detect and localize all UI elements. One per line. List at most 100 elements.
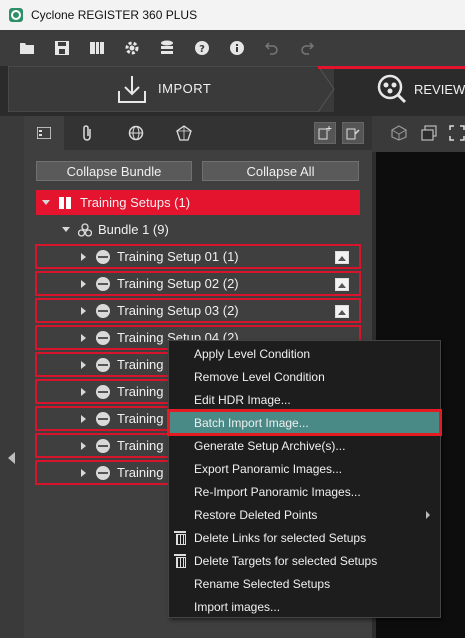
tree-setup-item[interactable]: Training Setup 01 (1): [35, 244, 361, 269]
windows-icon[interactable]: [420, 124, 438, 142]
setups-folder-icon: [58, 196, 72, 210]
menu-item-remove-level-condition[interactable]: Remove Level Condition: [169, 365, 440, 388]
expand-arrow-icon[interactable]: [81, 414, 86, 423]
add-setup-icon[interactable]: [314, 122, 336, 144]
collapse-bundle-button[interactable]: Collapse Bundle: [36, 161, 192, 181]
help-icon[interactable]: ?: [193, 39, 211, 57]
image-icon[interactable]: [335, 305, 349, 318]
panel-tabs: [24, 116, 372, 150]
expand-arrow-icon[interactable]: [62, 227, 70, 232]
setup-scan-icon: [96, 249, 110, 264]
menu-item-export-panoramic-images[interactable]: Export Panoramic Images...: [169, 457, 440, 480]
title-bar: Cyclone REGISTER 360 PLUS: [0, 0, 465, 30]
edit-setup-icon[interactable]: [342, 122, 364, 144]
tree-setup-item[interactable]: Training Setup 03 (2): [35, 298, 361, 323]
settings-icon[interactable]: [123, 39, 141, 57]
expand-arrow-icon[interactable]: [81, 306, 86, 315]
bundle-icon: [77, 222, 93, 237]
list-icon: [37, 127, 51, 139]
menu-item-batch-import-image[interactable]: Batch Import Image...: [167, 409, 442, 436]
setup-scan-icon: [96, 438, 110, 453]
setup-scan-icon: [96, 411, 110, 426]
setup-label: Training Setup 02 (2): [117, 276, 239, 291]
context-menu: Apply Level Condition Remove Level Condi…: [167, 340, 442, 618]
expand-arrow-icon[interactable]: [42, 200, 50, 205]
svg-text:?: ?: [199, 44, 205, 55]
tree-bundle-label: Bundle 1 (9): [98, 222, 169, 237]
submenu-arrow-icon: [426, 511, 430, 519]
menu-item-import-images[interactable]: Import images...: [169, 595, 440, 618]
image-icon[interactable]: [335, 251, 349, 264]
archive-icon[interactable]: [88, 39, 106, 57]
menu-item-label: Edit HDR Image...: [194, 392, 291, 407]
trash-icon: [174, 554, 186, 568]
setup-scan-icon: [96, 276, 110, 291]
setup-label: Training Setup 03 (2): [117, 303, 239, 318]
image-icon[interactable]: [335, 278, 349, 291]
redo-icon[interactable]: [298, 39, 316, 57]
menu-item-restore-deleted-points[interactable]: Restore Deleted Points: [169, 503, 440, 526]
setup-scan-icon: [96, 465, 110, 480]
tree-root-label: Training Setups (1): [80, 195, 191, 210]
expand-arrow-icon[interactable]: [81, 252, 86, 261]
tab-import[interactable]: IMPORT: [8, 66, 335, 112]
menu-item-delete-links[interactable]: Delete Links for selected Setups: [169, 526, 440, 549]
tree-setup-item[interactable]: Training Setup 02 (2): [35, 271, 361, 296]
viewport-toolbar: [372, 116, 465, 152]
setup-label: Training: [117, 438, 164, 453]
paperclip-icon: [83, 125, 91, 141]
expand-arrow-icon[interactable]: [81, 333, 86, 342]
setup-scan-icon: [96, 357, 110, 372]
setup-scan-icon: [96, 384, 110, 399]
menu-item-label: Re-Import Panoramic Images...: [194, 484, 361, 499]
expand-arrow-icon[interactable]: [81, 360, 86, 369]
network-icon: [176, 125, 192, 141]
left-collapse-strip[interactable]: [0, 116, 24, 638]
menu-item-label: Batch Import Image...: [194, 415, 309, 430]
menu-item-label: Generate Setup Archive(s)...: [194, 438, 346, 453]
menu-item-label: Rename Selected Setups: [194, 576, 331, 591]
menu-item-rename-selected-setups[interactable]: Rename Selected Setups: [169, 572, 440, 595]
menu-item-generate-setup-archive[interactable]: Generate Setup Archive(s)...: [169, 434, 440, 457]
tab-review[interactable]: REVIEW: [318, 66, 465, 112]
menu-item-delete-targets[interactable]: Delete Targets for selected Setups: [169, 549, 440, 572]
menu-item-apply-level-condition[interactable]: Apply Level Condition: [169, 342, 440, 365]
window-title: Cyclone REGISTER 360 PLUS: [31, 8, 198, 22]
tab-attachments[interactable]: [68, 116, 108, 150]
open-folder-icon[interactable]: [18, 39, 36, 57]
undo-icon[interactable]: [263, 39, 281, 57]
database-icon[interactable]: [158, 39, 176, 57]
menu-item-label: Delete Targets for selected Setups: [194, 553, 378, 568]
frame-icon[interactable]: [448, 124, 465, 142]
menu-item-label: Export Panoramic Images...: [194, 461, 343, 476]
collapse-arrow-icon[interactable]: [8, 452, 15, 464]
menu-item-edit-hdr-image[interactable]: Edit HDR Image...: [169, 388, 440, 411]
workflow-tabs: IMPORT REVIEW: [0, 66, 465, 116]
menu-item-reimport-panoramic-images[interactable]: Re-Import Panoramic Images...: [169, 480, 440, 503]
tree-bundle-item[interactable]: Bundle 1 (9): [36, 217, 360, 242]
tab-globe[interactable]: [116, 116, 156, 150]
cube-view-icon[interactable]: [390, 124, 408, 142]
menu-item-label: Import images...: [194, 599, 281, 614]
globe-icon: [128, 125, 144, 141]
menu-item-label: Restore Deleted Points: [194, 507, 318, 522]
save-icon[interactable]: [53, 39, 71, 57]
tab-list[interactable]: [24, 116, 64, 150]
setup-label: Training: [117, 384, 164, 399]
menu-item-label: Remove Level Condition: [194, 369, 325, 384]
setup-label: Training: [117, 411, 164, 426]
tab-network[interactable]: [164, 116, 204, 150]
info-icon[interactable]: [228, 39, 246, 57]
tree-root-item[interactable]: Training Setups (1): [36, 190, 360, 215]
tab-review-label: REVIEW: [414, 82, 465, 97]
collapse-all-button[interactable]: Collapse All: [202, 161, 359, 181]
expand-arrow-icon[interactable]: [81, 468, 86, 477]
menu-item-label: Apply Level Condition: [194, 346, 311, 361]
expand-arrow-icon[interactable]: [81, 279, 86, 288]
setup-scan-icon: [96, 330, 110, 345]
main-toolbar: ?: [0, 30, 465, 66]
expand-arrow-icon[interactable]: [81, 387, 86, 396]
expand-arrow-icon[interactable]: [81, 441, 86, 450]
tab-import-label: IMPORT: [158, 81, 212, 96]
setup-scan-icon: [96, 303, 110, 318]
